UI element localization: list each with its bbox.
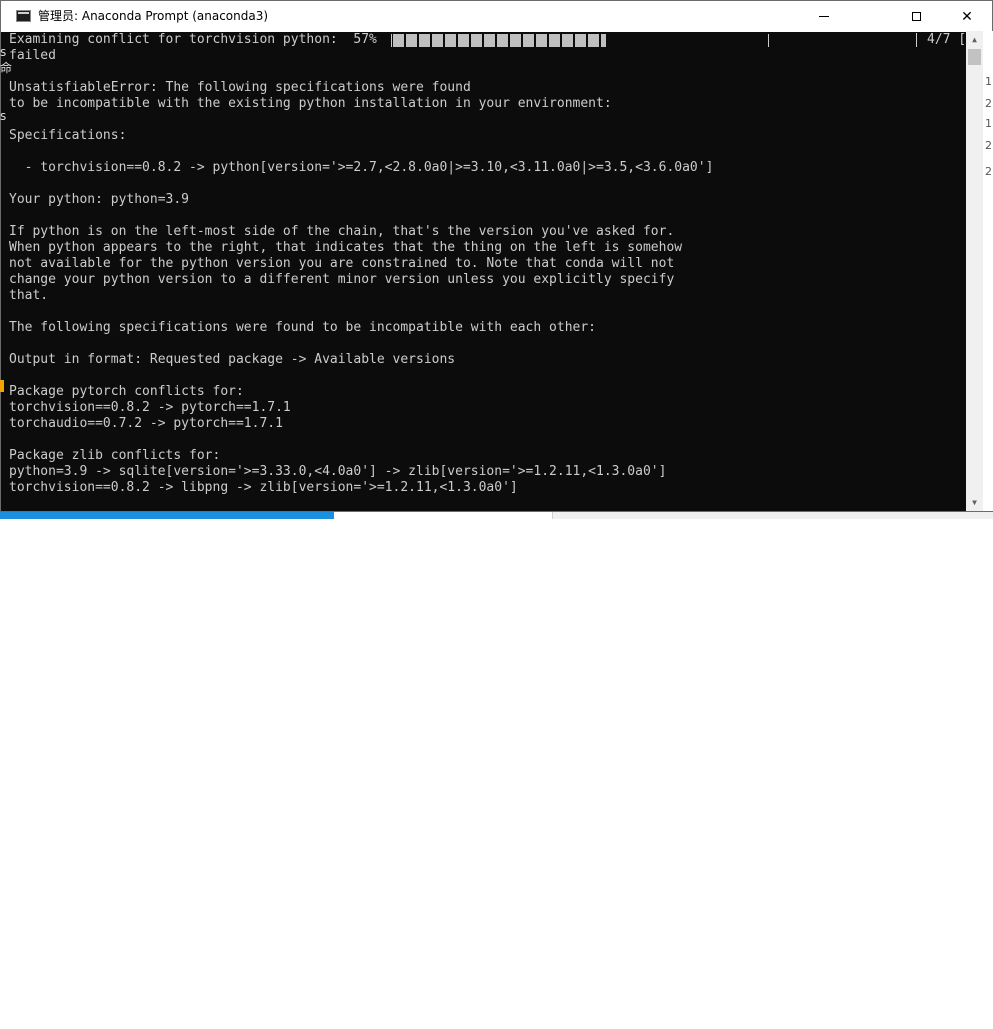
maximize-button[interactable] (893, 1, 939, 32)
scroll-up-arrow-icon[interactable]: ▲ (966, 31, 983, 48)
terminal-line: The following specifications were found … (9, 320, 596, 335)
terminal-line: python=3.9 -> sqlite[version='>=3.33.0,<… (9, 464, 667, 479)
terminal-line: - torchvision==0.8.2 -> python[version='… (9, 160, 714, 175)
progress-bar (391, 34, 769, 47)
right-fragment-text: 1 (985, 75, 992, 88)
progress-bar-fill (393, 34, 606, 47)
terminal-line: Package zlib conflicts for: (9, 448, 221, 463)
terminal-line: torchaudio==0.7.2 -> pytorch==1.7.1 (9, 416, 283, 431)
terminal-line: torchvision==0.8.2 -> libpng -> zlib[ver… (9, 480, 518, 495)
maximize-icon (911, 12, 921, 21)
close-button[interactable]: ✕ (944, 1, 990, 32)
terminal-line: failed (9, 48, 56, 63)
terminal-line: When python appears to the right, that i… (9, 240, 683, 255)
console-icon[interactable] (16, 10, 31, 22)
terminal-line: not available for the python version you… (9, 256, 675, 271)
scrollbar-thumb[interactable] (968, 49, 981, 65)
progress-line-label: Examining conflict for torchvision pytho… (9, 32, 377, 47)
terminal-line: Your python: python=3.9 (9, 192, 190, 207)
left-fragment-highlight (0, 380, 4, 392)
background-taskbar-text: oGlob... (2, 1019, 37, 1029)
terminal-line: Output in format: Requested package -> A… (9, 352, 456, 367)
terminal-line: If python is on the left-most side of th… (9, 224, 675, 239)
left-fragment-text: s (0, 45, 7, 59)
terminal-line: torchvision==0.8.2 -> pytorch==1.7.1 (9, 400, 291, 415)
minimize-button[interactable] (801, 1, 847, 32)
vertical-scrollbar[interactable]: ▲ ▼ (966, 31, 983, 511)
terminal-line: Package pytorch conflicts for: (9, 384, 244, 399)
terminal-line: Specifications: (9, 128, 127, 143)
terminal-line: UnsatisfiableError: The following specif… (9, 80, 471, 95)
left-fragment-text: 命 (0, 61, 13, 75)
terminal-output[interactable]: Examining conflict for torchvision pytho… (9, 32, 967, 512)
progress-count: 4/7 [ (927, 32, 967, 47)
terminal-line: that. (9, 288, 49, 303)
left-fragment-text: s (0, 109, 7, 123)
close-icon: ✕ (961, 8, 973, 25)
right-fragment-text: 2 (985, 97, 992, 110)
terminal-line: to be incompatible with the existing pyt… (9, 96, 612, 111)
scroll-down-arrow-icon[interactable]: ▼ (966, 494, 983, 511)
progress-separator (916, 33, 917, 47)
right-fragment-text: 1 (985, 117, 992, 130)
title-bar[interactable]: 管理员: Anaconda Prompt (anaconda3) ✕ (1, 1, 992, 32)
right-fragment-text: 2 (985, 165, 992, 178)
minimize-icon (819, 16, 829, 17)
anaconda-prompt-window[interactable]: 管理员: Anaconda Prompt (anaconda3) ✕ Exami… (0, 0, 993, 512)
terminal-line: change your python version to a differen… (9, 272, 675, 287)
right-fragment-text: 2 (985, 139, 992, 152)
window-title: 管理员: Anaconda Prompt (anaconda3) (38, 9, 269, 23)
